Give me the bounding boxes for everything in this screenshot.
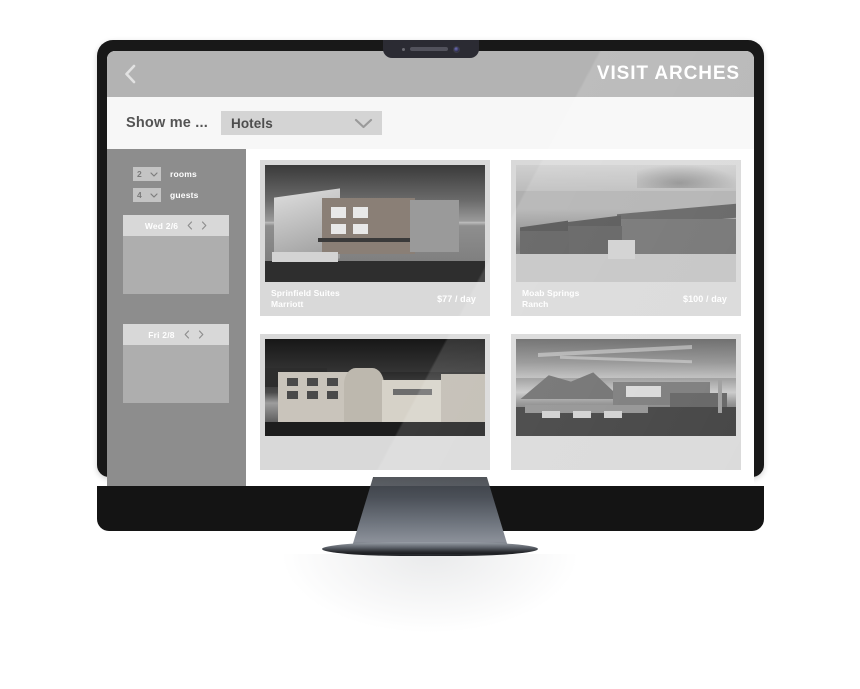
- hotel-name: Sprinfield Suites Marriott: [271, 288, 340, 309]
- chevron-right-icon[interactable]: [201, 221, 207, 230]
- chevron-down-icon: [150, 171, 158, 177]
- chevron-down-icon: [150, 192, 158, 198]
- guests-filter-row: 4 guests: [133, 188, 246, 202]
- checkin-datepicker: Wed 2/6: [123, 215, 229, 294]
- hotel-price: $100 / day: [682, 294, 727, 304]
- rooms-filter-row: 2 rooms: [133, 167, 246, 181]
- checkin-date-label: Wed 2/6: [144, 220, 179, 231]
- hotel-card[interactable]: Sprinfield Suites Marriott $77 / day: [260, 160, 490, 316]
- hotel-photo: [265, 165, 485, 282]
- monitor-stand-neck: [351, 477, 509, 550]
- hotel-caption: [265, 436, 485, 470]
- chevron-left-icon: [124, 64, 135, 84]
- show-me-label: Show me ...: [126, 115, 208, 131]
- hotel-results-grid: Sprinfield Suites Marriott $77 / day Moa…: [246, 149, 754, 486]
- checkout-nav: [184, 330, 204, 339]
- microphone-grille-icon: [409, 47, 448, 51]
- checkin-nav: [187, 221, 207, 230]
- category-select[interactable]: Hotels: [220, 111, 382, 135]
- hotel-price: $77 / day: [437, 294, 476, 304]
- hotel-name: Moab Springs Ranch: [522, 288, 580, 309]
- filters-sidebar: 2 rooms 4 guests Wed 2/6 Fri 2/8: [107, 149, 246, 486]
- checkin-calendar-grid[interactable]: [123, 236, 229, 294]
- guests-label: guests: [170, 190, 199, 200]
- app-body: 2 rooms 4 guests Wed 2/6 Fri 2/8 Sprinfi…: [107, 149, 754, 486]
- webcam-notch: [382, 40, 479, 58]
- rooms-value: 2: [137, 168, 142, 179]
- status-led-icon: [401, 47, 405, 51]
- hotel-photo: [516, 339, 736, 436]
- checkout-datepicker: Fri 2/8: [123, 324, 229, 403]
- hotel-caption: Moab Springs Ranch $100 / day: [516, 282, 736, 316]
- guests-value: 4: [137, 189, 142, 200]
- hotel-card[interactable]: Moab Springs Ranch $100 / day: [511, 160, 741, 316]
- webcam-icon: [452, 45, 460, 53]
- chevron-left-icon[interactable]: [184, 330, 190, 339]
- hotel-caption: [516, 436, 736, 470]
- rooms-label: rooms: [170, 169, 197, 179]
- guests-stepper[interactable]: 4: [133, 188, 161, 202]
- chevron-right-icon[interactable]: [198, 330, 204, 339]
- hotel-photo: [265, 339, 485, 436]
- monitor-stand-base: [322, 542, 538, 556]
- hotel-caption: Sprinfield Suites Marriott $77 / day: [265, 282, 485, 316]
- monitor-screen: VISIT ARCHES Show me ... Hotels 2 rooms …: [107, 51, 754, 486]
- back-button[interactable]: [119, 61, 141, 87]
- checkout-datepicker-header: Fri 2/8: [123, 324, 229, 345]
- floor-reflection: [280, 554, 580, 634]
- filter-bar: Show me ... Hotels: [107, 97, 754, 149]
- checkout-calendar-grid[interactable]: [123, 345, 229, 403]
- hotel-card[interactable]: [511, 334, 741, 470]
- hotel-card[interactable]: [260, 334, 490, 470]
- chevron-left-icon[interactable]: [187, 221, 193, 230]
- imac-monitor: VISIT ARCHES Show me ... Hotels 2 rooms …: [97, 40, 764, 531]
- hotel-photo: [516, 165, 736, 282]
- chevron-down-icon: [354, 118, 373, 128]
- page-title: VISIT ARCHES: [596, 63, 740, 84]
- checkout-date-label: Fri 2/8: [148, 329, 175, 340]
- screenshot-root: VISIT ARCHES Show me ... Hotels 2 rooms …: [0, 0, 860, 689]
- category-select-value: Hotels: [230, 115, 273, 131]
- rooms-stepper[interactable]: 2: [133, 167, 161, 181]
- checkin-datepicker-header: Wed 2/6: [123, 215, 229, 236]
